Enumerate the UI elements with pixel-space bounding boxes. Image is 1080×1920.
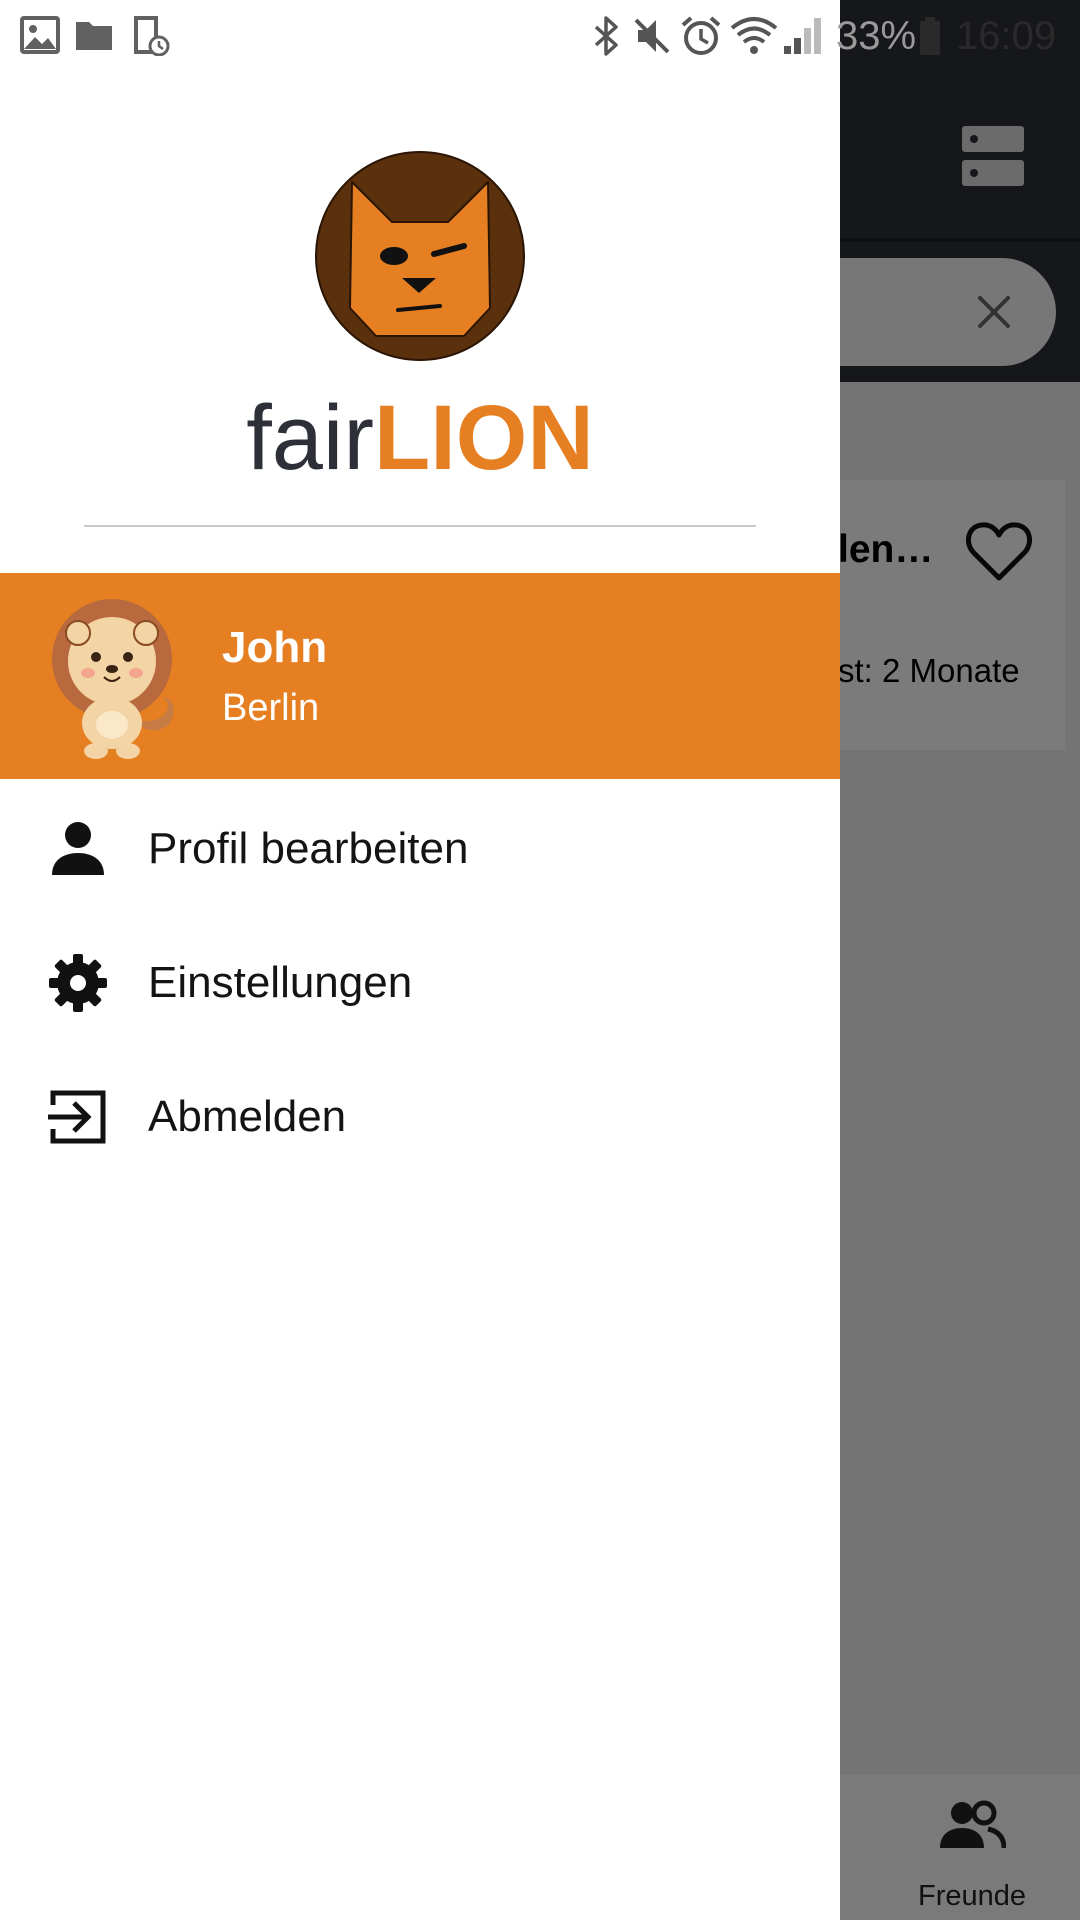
wifi-icon bbox=[730, 17, 778, 54]
mute-icon bbox=[634, 18, 670, 54]
brand-wordmark: fairLION bbox=[0, 388, 840, 488]
screen: len… st: 2 Monate Freunde fairLION bbox=[0, 0, 1080, 1920]
alarm-icon bbox=[681, 16, 721, 55]
fox-logo-icon bbox=[315, 151, 525, 361]
battery-icon bbox=[920, 17, 940, 55]
brand-part-lion: LION bbox=[374, 387, 594, 489]
download-notification-icon bbox=[134, 16, 170, 56]
menu-label-logout: Abmelden bbox=[148, 1092, 347, 1141]
signal-icon bbox=[784, 18, 821, 54]
status-bar: 33% 16:09 bbox=[0, 0, 1080, 72]
folder-notification-icon bbox=[76, 22, 112, 50]
user-city: Berlin bbox=[222, 687, 320, 729]
logout-icon bbox=[48, 1090, 106, 1144]
gear-icon bbox=[49, 954, 107, 1012]
navigation-drawer: fairLION John Berlin Profil bearbeiten E… bbox=[0, 0, 840, 1920]
user-name: John bbox=[222, 623, 328, 672]
user-profile-header[interactable]: John Berlin bbox=[0, 573, 840, 779]
menu-item-logout[interactable]: Abmelden bbox=[0, 1050, 840, 1184]
menu-label-settings: Einstellungen bbox=[148, 958, 413, 1007]
clock: 16:09 bbox=[956, 14, 1057, 58]
bluetooth-icon bbox=[594, 16, 618, 56]
menu-item-edit-profile[interactable]: Profil bearbeiten bbox=[0, 782, 840, 916]
menu-label-edit-profile: Profil bearbeiten bbox=[148, 824, 469, 873]
brand-part-fair: fair bbox=[246, 387, 375, 489]
lion-avatar bbox=[52, 599, 174, 759]
battery-percent: 33% bbox=[836, 14, 917, 58]
menu-item-settings[interactable]: Einstellungen bbox=[0, 916, 840, 1050]
drawer-divider bbox=[84, 525, 756, 527]
image-notification-icon bbox=[20, 16, 60, 54]
person-icon bbox=[52, 822, 104, 875]
